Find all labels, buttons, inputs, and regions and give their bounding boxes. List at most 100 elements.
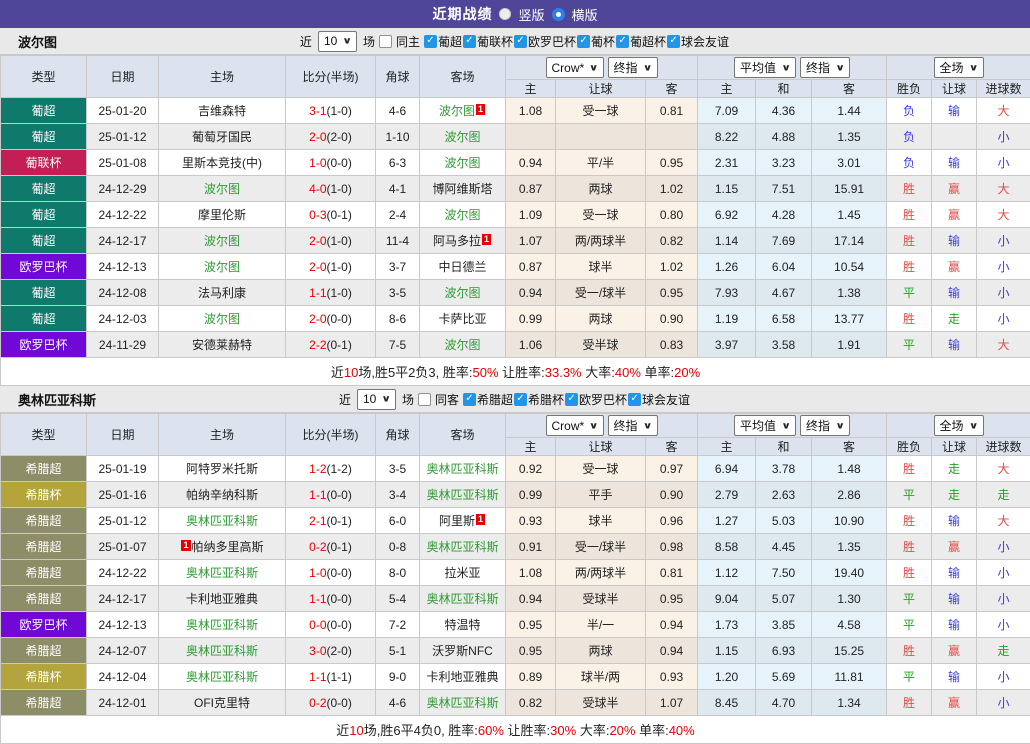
avg-draw-odds: 4.36	[756, 98, 812, 124]
match-count-select-wrap: 10	[318, 31, 357, 52]
final-odds-select[interactable]: 终指	[608, 415, 658, 436]
league-checkbox[interactable]: ✓	[463, 35, 476, 48]
match-date: 24-12-22	[87, 202, 159, 228]
away-team-name: 博阿维斯塔	[432, 182, 492, 196]
avg-draw-odds: 3.78	[756, 456, 812, 482]
handicap-away-odds: 0.95	[646, 586, 698, 612]
away-team-cell: 沃罗斯NFC	[420, 638, 506, 664]
col-type: 类型	[1, 414, 87, 456]
col-score: 比分(半场)	[286, 414, 376, 456]
league-checkbox-label: 球会友谊	[681, 33, 729, 50]
league-checkbox[interactable]: ✓	[667, 35, 680, 48]
handicap-home-odds: 0.82	[506, 690, 556, 716]
avg-draw-odds: 7.69	[756, 228, 812, 254]
result-win-draw-lose: 胜	[887, 456, 932, 482]
handicap-home-odds: 0.99	[506, 482, 556, 508]
fulltime-score: 2-0	[309, 234, 326, 248]
away-team-name: 阿里斯	[439, 514, 475, 528]
average-select[interactable]: 平均值	[734, 415, 796, 436]
col-home: 主场	[159, 56, 286, 98]
average-select[interactable]: 平均值	[734, 57, 796, 78]
result-handicap: 赢	[932, 254, 977, 280]
result-handicap: 赢	[932, 690, 977, 716]
same-venue-checkbox[interactable]	[418, 393, 431, 406]
avg-away-odds: 10.54	[812, 254, 887, 280]
away-team-cell: 奥林匹亚科斯	[420, 690, 506, 716]
col-result-wdl: 胜负	[887, 80, 932, 98]
final-odds-select[interactable]: 终指	[608, 57, 658, 78]
corner-count: 3-4	[376, 482, 420, 508]
final-odds-select[interactable]: 终指	[800, 415, 850, 436]
handicap-home-odds: 1.06	[506, 332, 556, 358]
away-team-cell: 波尔图	[420, 280, 506, 306]
corner-count: 3-5	[376, 456, 420, 482]
result-win-draw-lose: 胜	[887, 560, 932, 586]
away-team-name: 中日德兰	[438, 260, 486, 274]
avg-draw-odds: 6.04	[756, 254, 812, 280]
league-checkbox[interactable]: ✓	[616, 35, 629, 48]
handicap-line: 两球	[556, 176, 646, 202]
fulltime-select[interactable]: 全场	[934, 57, 984, 78]
handicap-line: 受半球	[556, 332, 646, 358]
league-checkbox[interactable]: ✓	[463, 393, 476, 406]
average-group-header: 平均值终指	[698, 56, 887, 80]
result-win-draw-lose: 平	[887, 332, 932, 358]
avg-draw-odds: 4.88	[756, 124, 812, 150]
corner-count: 8-0	[376, 560, 420, 586]
away-team-cell: 博阿维斯塔	[420, 176, 506, 202]
section-team-name: 奥林匹亚科斯	[18, 390, 96, 409]
avg-home-odds: 6.92	[698, 202, 756, 228]
match-row: 葡超 24-12-22 摩里伦斯 0-3(0-1) 2-4 波尔图 1.09 受…	[1, 202, 1030, 228]
home-team-cell: 奥林匹亚科斯	[159, 664, 286, 690]
league-filter-group: ✓希腊超✓希腊杯✓欧罗巴杯✓球会友谊	[463, 391, 691, 408]
final-odds-select[interactable]: 终指	[800, 57, 850, 78]
score-cell: 3-0(2-0)	[286, 638, 376, 664]
filter-controls: 近 10 场 同客 ✓希腊超✓希腊杯✓欧罗巴杯✓球会友谊	[339, 389, 691, 410]
same-venue-checkbox[interactable]	[379, 35, 392, 48]
league-checkbox[interactable]: ✓	[424, 35, 437, 48]
away-team-cell: 特温特	[420, 612, 506, 638]
handicap-line: 受球半	[556, 586, 646, 612]
check-icon: ✓	[579, 36, 587, 46]
fulltime-score: 0-2	[309, 540, 326, 554]
league-badge: 希腊超	[1, 456, 87, 482]
match-count-select[interactable]: 10	[357, 389, 396, 410]
handicap-home-odds: 0.94	[506, 280, 556, 306]
vertical-layout-radio[interactable]	[499, 8, 511, 20]
away-team-name: 特温特	[444, 618, 480, 632]
page-header: 近期战绩 竖版 横版	[0, 0, 1030, 28]
col-away: 客场	[420, 414, 506, 456]
horizontal-layout-radio[interactable]	[552, 8, 565, 21]
odds-source-select-wrap: Crow*	[546, 57, 604, 78]
home-team-name: 法马利康	[198, 286, 246, 300]
away-team-cell: 阿里斯1	[420, 508, 506, 534]
fulltime-select[interactable]: 全场	[934, 415, 984, 436]
league-checkbox[interactable]: ✓	[514, 393, 527, 406]
score-cell: 2-2(0-1)	[286, 332, 376, 358]
handicap-line: 两/两球半	[556, 560, 646, 586]
corner-count: 5-1	[376, 638, 420, 664]
handicap-away-odds: 0.90	[646, 482, 698, 508]
final-odds-select-wrap: 终指	[608, 57, 658, 78]
handicap-away-odds: 0.93	[646, 664, 698, 690]
match-count-select-wrap: 10	[357, 389, 396, 410]
match-row: 希腊超 24-12-22 奥林匹亚科斯 1-0(0-0) 8-0 拉米亚 1.0…	[1, 560, 1030, 586]
league-checkbox[interactable]: ✓	[577, 35, 590, 48]
league-checkbox-label: 欧罗巴杯	[579, 391, 627, 408]
away-team-name: 卡萨比亚	[438, 312, 486, 326]
match-count-select[interactable]: 10	[318, 31, 357, 52]
league-checkbox[interactable]: ✓	[628, 393, 641, 406]
avg-draw-odds: 7.50	[756, 560, 812, 586]
league-checkbox[interactable]: ✓	[565, 393, 578, 406]
result-handicap: 走	[932, 482, 977, 508]
check-icon: ✓	[465, 394, 473, 404]
result-handicap: 输	[932, 150, 977, 176]
handicap-away-odds: 0.82	[646, 228, 698, 254]
match-row: 葡联杯 25-01-08 里斯本竞技(中) 1-0(0-0) 6-3 波尔图 0…	[1, 150, 1030, 176]
home-team-cell: 奥林匹亚科斯	[159, 612, 286, 638]
league-checkbox[interactable]: ✓	[514, 35, 527, 48]
odds-source-select[interactable]: Crow*	[546, 415, 604, 436]
odds-source-select[interactable]: Crow*	[546, 57, 604, 78]
page-title: 近期战绩	[432, 4, 492, 24]
handicap-away-odds: 0.97	[646, 456, 698, 482]
